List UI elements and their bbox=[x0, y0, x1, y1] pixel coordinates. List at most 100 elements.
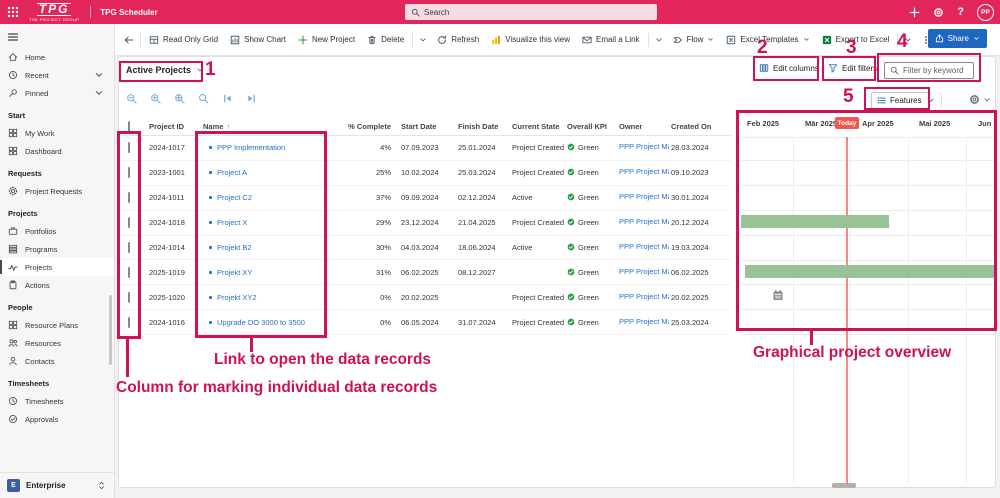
back-button[interactable] bbox=[124, 35, 134, 45]
project-name-link[interactable]: Upgrade DO 3000 to 3500 bbox=[217, 318, 305, 327]
row-checkbox[interactable] bbox=[128, 242, 130, 253]
project-name-link[interactable]: Project A bbox=[217, 168, 247, 177]
chevron-down-icon[interactable] bbox=[419, 36, 427, 44]
gantt-milestone-calendar-icon[interactable] bbox=[772, 289, 784, 301]
owner-link[interactable]: PPP Project Ma bbox=[619, 217, 669, 226]
row-checkbox[interactable] bbox=[128, 317, 130, 328]
visualize-this-view-button[interactable]: Visualize this view bbox=[485, 29, 576, 51]
table-row[interactable]: 2023-1001Project A25%10.02.202425.03.202… bbox=[121, 161, 731, 186]
column-header-name[interactable]: Name↑ bbox=[201, 122, 346, 131]
column-header-overall-kpi[interactable]: Overall KPI bbox=[565, 122, 617, 131]
edit-columns-button[interactable]: Edit columns bbox=[759, 63, 819, 73]
sidebar-item-programs[interactable]: Programs bbox=[0, 240, 114, 258]
column-header-start-date[interactable]: Start Date bbox=[399, 122, 456, 131]
sidebar-item-projects[interactable]: Projects bbox=[0, 258, 114, 276]
skip-end-icon[interactable] bbox=[246, 93, 257, 104]
owner-link[interactable]: PPP Project Ma bbox=[619, 167, 669, 176]
share-button[interactable]: Share bbox=[928, 29, 987, 48]
delete-button[interactable]: Delete bbox=[361, 29, 410, 51]
grid-settings-gear-icon[interactable] bbox=[969, 94, 980, 105]
show-chart-button[interactable]: Show Chart bbox=[224, 29, 292, 51]
project-name-link[interactable]: Projekt XY2 bbox=[217, 293, 257, 302]
chevron-down-icon[interactable] bbox=[655, 36, 663, 44]
new-project-button[interactable]: New Project bbox=[292, 29, 361, 51]
table-row[interactable]: 2024-1017PPP Implementation4%07.09.20232… bbox=[121, 136, 731, 161]
project-name-link[interactable]: Project X bbox=[217, 218, 247, 227]
user-avatar[interactable]: PP bbox=[977, 4, 994, 21]
project-name-link[interactable]: Project C2 bbox=[217, 193, 252, 202]
project-name-link[interactable]: Projekt XY bbox=[217, 268, 252, 277]
settings-gear-icon[interactable] bbox=[933, 7, 944, 18]
search-icon[interactable] bbox=[198, 93, 209, 104]
project-name-link[interactable]: PPP Implementation bbox=[217, 143, 285, 152]
table-row[interactable]: 2024-1011Project C237%09.09.202402.12.20… bbox=[121, 186, 731, 211]
project-name-link[interactable]: Projekt B2 bbox=[217, 243, 252, 252]
sidebar-item-portfolios[interactable]: Portfolios bbox=[0, 222, 114, 240]
help-icon[interactable]: ? bbox=[957, 6, 964, 18]
sidebar-item-project-requests[interactable]: Project Requests bbox=[0, 182, 114, 200]
sidebar-item-pinned[interactable]: Pinned bbox=[0, 84, 114, 102]
row-checkbox[interactable] bbox=[128, 167, 130, 178]
row-checkbox[interactable] bbox=[128, 267, 130, 278]
chevron-down-icon[interactable] bbox=[904, 36, 912, 44]
refresh-grid-icon[interactable] bbox=[948, 94, 959, 105]
app-launcher-waffle-icon[interactable] bbox=[7, 6, 19, 18]
column-header-created-on[interactable]: Created On bbox=[669, 122, 729, 131]
quick-create-icon[interactable] bbox=[909, 7, 920, 18]
row-checkbox[interactable] bbox=[128, 292, 130, 303]
table-row[interactable]: 2024-1016Upgrade DO 3000 to 35000%06.05.… bbox=[121, 310, 731, 335]
owner-link[interactable]: PPP Project Ma bbox=[619, 317, 669, 326]
row-checkbox[interactable] bbox=[128, 217, 130, 228]
zoom-out-icon[interactable] bbox=[126, 93, 137, 104]
sidebar-item-approvals[interactable]: Approvals bbox=[0, 410, 114, 428]
hamburger-menu-icon[interactable] bbox=[7, 31, 19, 43]
table-row[interactable]: 2025-1020Projekt XY20%20.02.2025Project … bbox=[121, 285, 731, 310]
column-header--complete[interactable]: % Complete bbox=[346, 122, 399, 131]
sidebar-item-actions[interactable]: Actions bbox=[0, 276, 114, 294]
owner-link[interactable]: PPP Project Ma bbox=[619, 142, 669, 151]
sidebar-item-timesheets[interactable]: Timesheets bbox=[0, 392, 114, 410]
sidebar-scrollbar[interactable] bbox=[109, 295, 112, 365]
owner-link[interactable]: PPP Project Ma bbox=[619, 267, 669, 276]
refresh-button[interactable]: Refresh bbox=[431, 29, 485, 51]
sidebar-item-contacts[interactable]: Contacts bbox=[0, 352, 114, 370]
sidebar-item-resources[interactable]: Resources bbox=[0, 334, 114, 352]
table-row[interactable]: 2024-1014Projekt B230%04.03.202418.06.20… bbox=[121, 236, 731, 261]
owner-link[interactable]: PPP Project Ma bbox=[619, 192, 669, 201]
select-all-checkbox[interactable] bbox=[128, 121, 130, 132]
sidebar-item-dashboard[interactable]: Dashboard bbox=[0, 142, 114, 160]
flow-button[interactable]: Flow bbox=[667, 29, 721, 51]
skip-start-icon[interactable] bbox=[222, 93, 233, 104]
row-checkbox[interactable] bbox=[128, 142, 130, 153]
view-selector[interactable]: Active Projects bbox=[126, 65, 204, 75]
sidebar-item-recent[interactable]: Recent bbox=[0, 66, 114, 84]
gantt-bar-project-x[interactable] bbox=[741, 215, 889, 228]
environment-switcher[interactable]: E Enterprise bbox=[0, 472, 114, 498]
sidebar-item-home[interactable]: Home bbox=[0, 48, 114, 66]
row-checkbox[interactable] bbox=[128, 192, 130, 203]
sidebar-item-my-work[interactable]: My Work bbox=[0, 124, 114, 142]
email-a-link-button[interactable]: Email a Link bbox=[576, 29, 646, 51]
zoom-fit-icon[interactable] bbox=[174, 93, 185, 104]
gantt-horizontal-scrollbar[interactable] bbox=[832, 483, 856, 488]
edit-filters-button[interactable]: Edit filters bbox=[828, 63, 877, 73]
chevron-down-icon[interactable] bbox=[983, 96, 991, 104]
features-button[interactable]: Features bbox=[871, 92, 929, 109]
select-all-checkbox-cell[interactable] bbox=[121, 122, 147, 131]
zoom-in-icon[interactable] bbox=[150, 93, 161, 104]
column-header-owner[interactable]: Owner bbox=[617, 122, 669, 131]
global-search-box[interactable]: Search bbox=[405, 4, 657, 20]
read-only-grid-button[interactable]: Read Only Grid bbox=[143, 29, 224, 51]
column-header-current-state[interactable]: Current State bbox=[510, 122, 565, 131]
table-row[interactable]: 2025-1019Projekt XY31%06.02.202508.12.20… bbox=[121, 260, 731, 285]
gantt-bar-projekt-xy[interactable] bbox=[745, 265, 995, 278]
owner-link[interactable]: PPP Project Ma bbox=[619, 242, 669, 251]
excel-templates-button[interactable]: Excel Templates bbox=[720, 29, 815, 51]
table-row[interactable]: 2024-1018Project X29%23.12.202421.04.202… bbox=[121, 211, 731, 236]
owner-link[interactable]: PPP Project Ma bbox=[619, 292, 669, 301]
keyword-filter-input[interactable]: Filter by keyword bbox=[884, 62, 974, 79]
column-header-project-id[interactable]: Project ID bbox=[147, 122, 201, 131]
column-header-finish-date[interactable]: Finish Date bbox=[456, 122, 510, 131]
sidebar-item-resource-plans[interactable]: Resource Plans bbox=[0, 316, 114, 334]
export-to-excel-button[interactable]: Export to Excel bbox=[816, 29, 896, 51]
